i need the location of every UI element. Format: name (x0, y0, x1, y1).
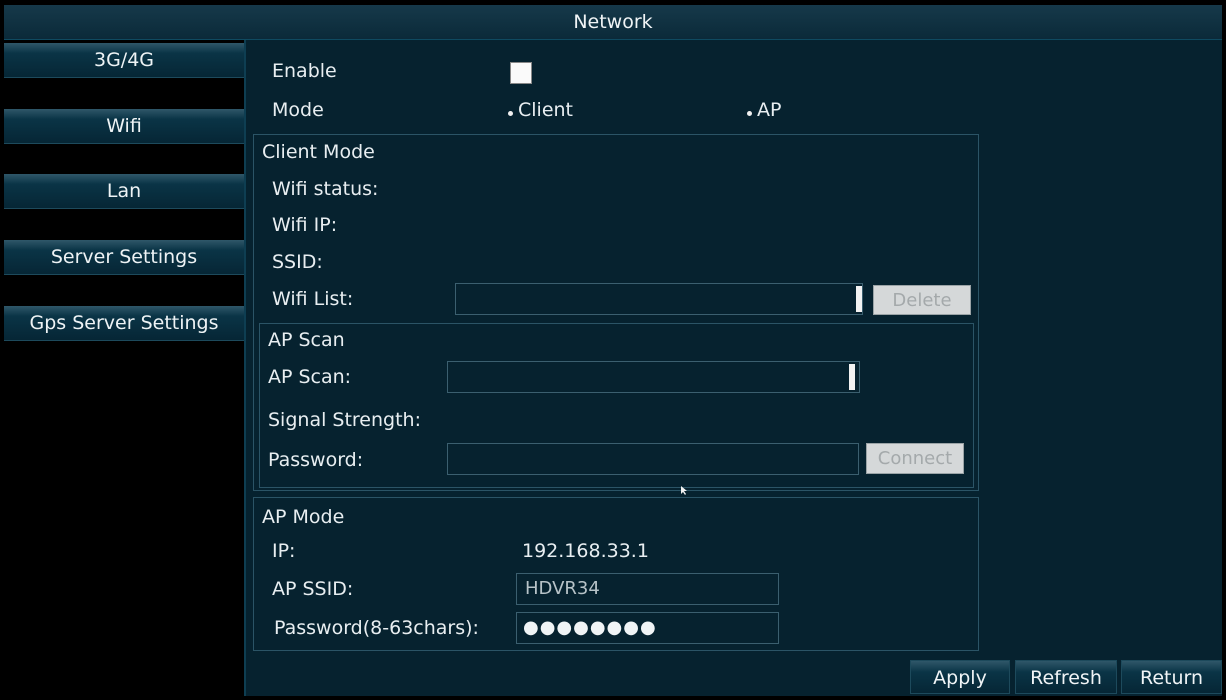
wifi-ip-label: Wifi IP: (272, 214, 338, 236)
wifi-list-label: Wifi List: (272, 288, 354, 310)
delete-button[interactable]: Delete (873, 285, 971, 315)
panel-divider (244, 40, 246, 696)
mode-ap-label[interactable]: AP (757, 99, 781, 121)
ap-ssid-input[interactable]: HDVR34 (516, 573, 779, 605)
mode-label: Mode (272, 99, 324, 121)
ap-ssid-label: AP SSID: (272, 578, 354, 600)
ap-mode-title: AP Mode (262, 506, 345, 528)
ap-scan-label: AP Scan: (268, 366, 352, 388)
sidebar-item-3g4g[interactable]: 3G/4G (4, 43, 244, 78)
wifi-list-scrollbar[interactable] (856, 286, 862, 312)
client-mode-title: Client Mode (262, 141, 375, 163)
sidebar-item-gps-server-settings[interactable]: Gps Server Settings (4, 306, 244, 341)
mode-client-label[interactable]: Client (518, 99, 573, 121)
apply-button[interactable]: Apply (910, 660, 1010, 694)
window-title: Network (4, 5, 1222, 40)
ap-scan-title: AP Scan (268, 329, 345, 351)
ap-radio-icon[interactable] (747, 111, 752, 116)
sidebar-item-server-settings[interactable]: Server Settings (4, 240, 244, 275)
scan-password-input[interactable] (447, 443, 859, 475)
ap-scan-scrollbar[interactable] (849, 364, 855, 390)
ap-password-label: Password(8-63chars): (274, 617, 479, 639)
wifi-status-label: Wifi status: (272, 178, 379, 200)
sidebar-item-lan[interactable]: Lan (4, 174, 244, 209)
ap-ip-label: IP: (272, 540, 296, 562)
wifi-list-select[interactable] (455, 283, 863, 315)
ssid-label: SSID: (272, 251, 323, 273)
return-button[interactable]: Return (1121, 660, 1222, 694)
enable-checkbox[interactable] (510, 62, 532, 84)
mouse-cursor-icon (681, 486, 687, 495)
ap-scan-select[interactable] (447, 361, 860, 393)
client-radio-icon[interactable] (508, 111, 513, 116)
signal-strength-label: Signal Strength: (268, 409, 421, 431)
enable-label: Enable (272, 60, 337, 82)
connect-button[interactable]: Connect (866, 443, 964, 474)
refresh-button[interactable]: Refresh (1015, 660, 1117, 694)
sidebar-item-wifi[interactable]: Wifi (4, 109, 244, 144)
ap-ssid-value: HDVR34 (525, 578, 600, 599)
ap-password-input[interactable]: ●●●●●●●● (516, 612, 779, 644)
ap-ip-value: 192.168.33.1 (522, 540, 649, 562)
ap-password-value: ●●●●●●●● (523, 617, 657, 638)
password-label: Password: (268, 449, 364, 471)
